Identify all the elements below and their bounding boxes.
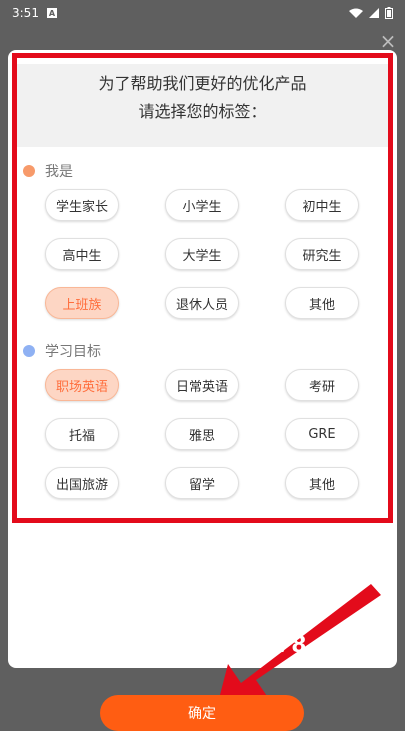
goal-tag-grid: 职场英语 日常英语 考研 托福 雅思 GRE 出国旅游 留学 其他 [45, 369, 390, 499]
section-goal-title: 学习目标 [23, 341, 390, 361]
tag-chip[interactable]: 退休人员 [165, 287, 239, 319]
header-line-1: 为了帮助我们更好的优化产品 [98, 74, 307, 93]
battery-icon [385, 7, 393, 19]
blue-dot-icon [23, 345, 35, 357]
section-identity-label: 我是 [45, 164, 73, 180]
tag-chip[interactable]: 出国旅游 [45, 467, 119, 499]
identity-tag-grid: 学生家长 小学生 初中生 高中生 大学生 研究生 上班族 退休人员 其他 [45, 189, 390, 319]
tag-selection-dialog: 为了帮助我们更好的优化产品 请选择您的标签： 我是 学生家长 小学生 初中生 高… [8, 50, 397, 668]
tag-chip[interactable]: 留学 [165, 467, 239, 499]
tag-chip[interactable]: 其他 [285, 467, 359, 499]
close-icon[interactable]: × [379, 31, 397, 51]
tag-chip[interactable]: 高中生 [45, 238, 119, 270]
tag-chip[interactable]: 雅思 [165, 418, 239, 450]
tag-chip[interactable]: 日常英语 [165, 369, 239, 401]
status-time: 3:51 [12, 6, 39, 20]
wifi-icon [349, 8, 363, 18]
tag-chip[interactable]: 其他 [285, 287, 359, 319]
status-bar: 3:51 A [0, 0, 405, 26]
tag-chip[interactable]: 考研 [285, 369, 359, 401]
section-identity-title: 我是 [23, 161, 390, 181]
cell-signal-icon [369, 8, 379, 18]
tag-chip[interactable]: 小学生 [165, 189, 239, 221]
dialog-header: 为了帮助我们更好的优化产品 请选择您的标签： [15, 64, 390, 147]
orange-dot-icon [23, 165, 35, 177]
status-right [349, 7, 393, 19]
tag-chip[interactable]: 初中生 [285, 189, 359, 221]
tag-chip-selected[interactable]: 职场英语 [45, 369, 119, 401]
confirm-button[interactable]: 确定 [100, 695, 304, 731]
tag-chip[interactable]: 托福 [45, 418, 119, 450]
tag-chip[interactable]: 学生家长 [45, 189, 119, 221]
tag-chip[interactable]: 大学生 [165, 238, 239, 270]
tag-chip[interactable]: GRE [285, 418, 359, 450]
status-left: 3:51 A [12, 6, 57, 20]
tag-content: 我是 学生家长 小学生 初中生 高中生 大学生 研究生 上班族 退休人员 其他 … [15, 147, 390, 521]
notification-badge-icon: A [46, 8, 57, 18]
tag-chip-selected[interactable]: 上班族 [45, 287, 119, 319]
header-line-2: 请选择您的标签： [138, 102, 267, 121]
tag-chip[interactable]: 研究生 [285, 238, 359, 270]
section-goal-label: 学习目标 [45, 344, 101, 360]
overlay-number: 78 [276, 633, 307, 658]
